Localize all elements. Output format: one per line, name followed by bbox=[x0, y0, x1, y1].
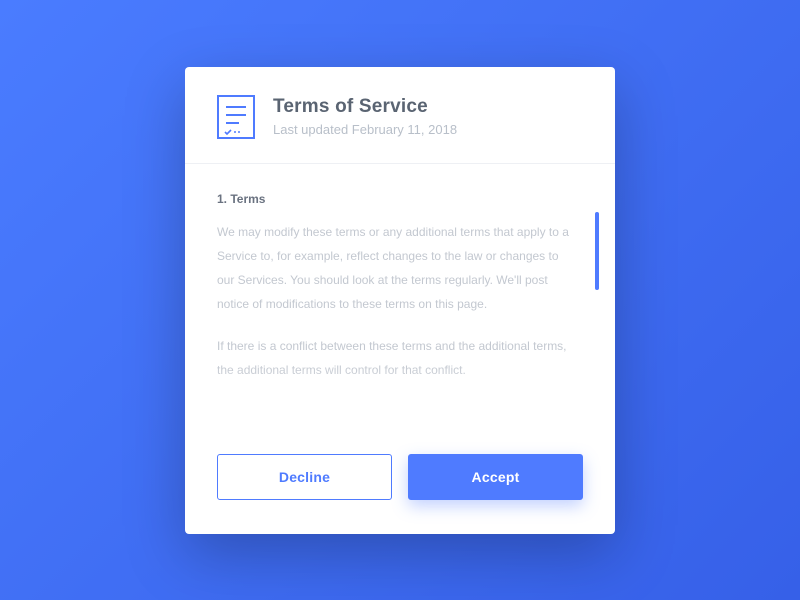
modal-subtitle: Last updated February 11, 2018 bbox=[273, 122, 583, 137]
document-icon bbox=[217, 95, 255, 139]
decline-button[interactable]: Decline bbox=[217, 454, 392, 500]
modal-header: Terms of Service Last updated February 1… bbox=[185, 67, 615, 164]
content-area: 1. Terms We may modify these terms or an… bbox=[185, 164, 615, 444]
accept-button[interactable]: Accept bbox=[408, 454, 583, 500]
section-heading: 1. Terms bbox=[217, 192, 579, 206]
modal-footer: Decline Accept bbox=[185, 444, 615, 534]
terms-paragraph: We may modify these terms or any additio… bbox=[217, 220, 579, 316]
scrollbar-thumb[interactable] bbox=[595, 212, 599, 290]
terms-modal: Terms of Service Last updated February 1… bbox=[185, 67, 615, 534]
terms-content[interactable]: 1. Terms We may modify these terms or an… bbox=[217, 192, 579, 434]
terms-paragraph: If there is a conflict between these ter… bbox=[217, 334, 579, 382]
modal-title: Terms of Service bbox=[273, 96, 583, 118]
header-text: Terms of Service Last updated February 1… bbox=[273, 96, 583, 137]
